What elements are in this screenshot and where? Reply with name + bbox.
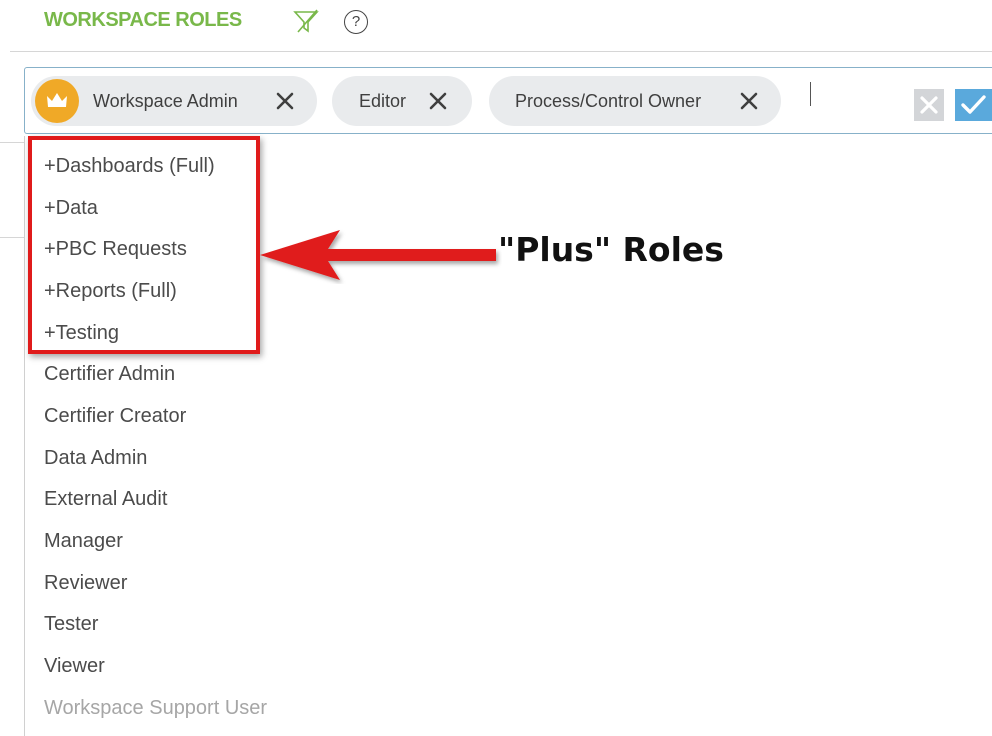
help-glyph: ? — [351, 13, 361, 30]
text-caret — [810, 82, 811, 106]
check-icon — [961, 95, 986, 114]
close-icon[interactable] — [274, 90, 296, 112]
chip-label: Process/Control Owner — [515, 91, 702, 111]
close-icon[interactable] — [738, 90, 760, 112]
option-tester[interactable]: Tester — [44, 613, 98, 636]
option-external-audit[interactable]: External Audit — [44, 488, 167, 511]
crown-icon — [35, 79, 79, 123]
header-divider — [10, 51, 992, 52]
option-data-admin[interactable]: Data Admin — [44, 447, 147, 470]
chip-workspace-admin: Workspace Admin — [31, 76, 317, 126]
chip-process-control-owner: Process/Control Owner — [489, 76, 781, 126]
option-certifier-creator[interactable]: Certifier Creator — [44, 405, 186, 428]
chip-editor: Editor — [332, 76, 472, 126]
close-icon[interactable] — [427, 90, 449, 112]
annotation-arrow — [260, 230, 496, 280]
option-reviewer[interactable]: Reviewer — [44, 572, 127, 595]
option-manager[interactable]: Manager — [44, 530, 123, 553]
option-certifier-admin[interactable]: Certifier Admin — [44, 363, 175, 386]
option-viewer[interactable]: Viewer — [44, 655, 105, 678]
left-divider — [0, 142, 24, 143]
left-divider — [0, 237, 24, 238]
plus-roles-highlight-box — [28, 136, 260, 354]
option-workspace-support-user: Workspace Support User — [44, 697, 268, 719]
confirm-button[interactable] — [955, 89, 992, 121]
filter-off-icon[interactable] — [292, 9, 320, 35]
help-icon[interactable]: ? — [344, 10, 368, 34]
chip-label: Editor — [359, 91, 407, 111]
chip-label: Workspace Admin — [93, 91, 238, 111]
roles-multiselect-input[interactable]: Workspace Admin Editor Process/Control O… — [24, 67, 992, 134]
cancel-button[interactable] — [914, 89, 944, 121]
page-title: WORKSPACE ROLES — [44, 9, 242, 31]
close-icon — [920, 96, 938, 114]
annotation-label: "Plus" Roles — [498, 230, 724, 269]
